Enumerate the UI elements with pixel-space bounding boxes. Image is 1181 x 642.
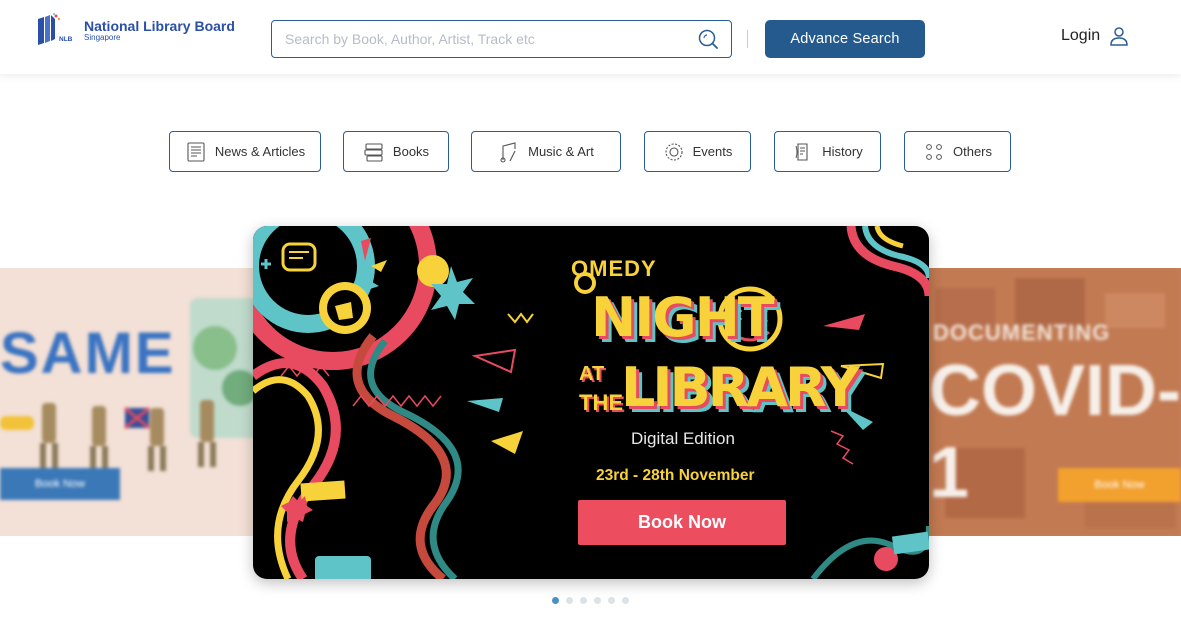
search-icon[interactable] bbox=[697, 28, 719, 50]
events-icon bbox=[665, 142, 683, 161]
carousel-dot[interactable] bbox=[622, 597, 629, 604]
news-icon bbox=[187, 141, 205, 162]
book-now-button[interactable]: Book Now bbox=[578, 500, 786, 545]
carousel-dot[interactable] bbox=[566, 597, 573, 604]
carousel-dot[interactable] bbox=[580, 597, 587, 604]
category-others[interactable]: Others bbox=[904, 131, 1011, 172]
carousel-dot[interactable] bbox=[608, 597, 615, 604]
category-music-art[interactable]: Music & Art bbox=[471, 131, 621, 172]
logo-mark-text: NLB bbox=[59, 36, 73, 43]
right-slide-book-now[interactable]: Book Now bbox=[1058, 468, 1181, 502]
books-icon bbox=[364, 142, 383, 162]
event-title-the: THE bbox=[579, 390, 623, 415]
category-label: Others bbox=[952, 144, 992, 159]
event-title-library: LIBRARY bbox=[621, 356, 860, 419]
category-events[interactable]: Events bbox=[644, 131, 751, 172]
category-label: News & Articles bbox=[214, 144, 306, 159]
category-label: History bbox=[822, 144, 863, 159]
music-art-icon bbox=[500, 141, 516, 163]
carousel-dot[interactable] bbox=[552, 597, 559, 604]
event-title-at: AT bbox=[579, 363, 605, 385]
logo-title: National Library Board bbox=[84, 17, 235, 34]
category-news-articles[interactable]: News & Articles bbox=[169, 131, 321, 172]
logo-subtitle: Singapore bbox=[84, 32, 121, 42]
search-input[interactable] bbox=[271, 20, 732, 58]
nlb-logo-mark: NLB bbox=[36, 13, 82, 47]
event-dates: 23rd - 28th November bbox=[596, 467, 755, 484]
carousel-slide-main[interactable]: OMEDY NIGHT AT THE LIBRARY Digital Editi… bbox=[253, 226, 929, 579]
carousel-slide-right[interactable]: DOCUMENTING COVID-1 Book Now bbox=[925, 268, 1181, 536]
event-edition: Digital Edition bbox=[631, 429, 735, 448]
category-label: Events bbox=[692, 144, 733, 159]
right-slide-kicker: DOCUMENTING bbox=[933, 320, 1111, 345]
event-title-comedy: OMEDY bbox=[571, 256, 657, 281]
carousel-slide-left[interactable]: SAME Book Now bbox=[0, 268, 260, 536]
carousel-dot[interactable] bbox=[594, 597, 601, 604]
left-slide-headline: SAME bbox=[0, 321, 176, 386]
user-icon bbox=[1110, 27, 1128, 46]
login-link[interactable]: Login bbox=[1061, 25, 1130, 47]
category-label: Books bbox=[392, 144, 430, 159]
login-label: Login bbox=[1061, 27, 1101, 44]
grid-dots-icon bbox=[926, 143, 942, 160]
search-divider bbox=[747, 30, 748, 48]
event-title-night: NIGHT bbox=[591, 286, 775, 349]
category-label: Music & Art bbox=[528, 144, 594, 159]
category-books[interactable]: Books bbox=[343, 131, 449, 172]
nlb-logo[interactable]: NLB National Library Board Singapore bbox=[36, 13, 235, 47]
category-history[interactable]: History bbox=[774, 131, 881, 172]
advance-search-button[interactable]: Advance Search bbox=[765, 20, 925, 58]
carousel-dots bbox=[552, 597, 636, 604]
left-slide-book-now[interactable]: Book Now bbox=[0, 468, 120, 500]
site-header: NLB National Library Board Singapore Adv… bbox=[0, 0, 1181, 74]
history-icon bbox=[795, 142, 808, 161]
